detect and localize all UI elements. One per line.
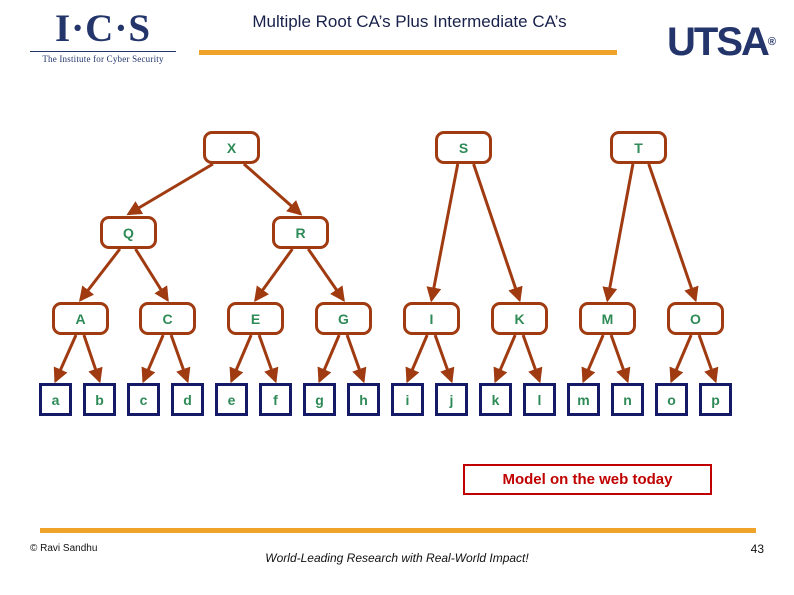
- edge-i-to-j: [433, 334, 455, 384]
- edge-s-to-k: [472, 163, 523, 303]
- edge-r-to-g: [307, 248, 345, 302]
- edge-c-to-c: [141, 334, 165, 384]
- edge-o-to-o: [669, 334, 693, 384]
- footer-tagline: World-Leading Research with Real-World I…: [265, 551, 529, 565]
- footer-divider-bar: [40, 528, 756, 533]
- leaf-node-a: a: [39, 383, 72, 416]
- edge-e-to-e: [229, 334, 253, 384]
- leaf-node-h: h: [347, 383, 380, 416]
- leaf-node-l: l: [523, 383, 556, 416]
- footer-page-number: 43: [750, 542, 764, 556]
- edge-x-to-q: [126, 162, 214, 216]
- subordinate-ca-node-c: C: [139, 302, 196, 335]
- subordinate-ca-node-o: O: [667, 302, 724, 335]
- edge-k-to-l: [521, 334, 543, 384]
- leaf-node-d: d: [171, 383, 204, 416]
- edge-g-to-g: [317, 334, 341, 384]
- leaf-node-m: m: [567, 383, 600, 416]
- edge-layer: [53, 162, 719, 384]
- leaf-node-i: i: [391, 383, 424, 416]
- root-ca-node-t: T: [610, 131, 667, 164]
- intermediate-ca-node-r: R: [272, 216, 329, 249]
- leaf-node-c: c: [127, 383, 160, 416]
- leaf-node-j: j: [435, 383, 468, 416]
- edge-t-to-m: [602, 163, 635, 303]
- leaf-node-e: e: [215, 383, 248, 416]
- subordinate-ca-node-i: I: [403, 302, 460, 335]
- edge-s-to-i: [426, 163, 460, 303]
- leaf-node-f: f: [259, 383, 292, 416]
- edge-x-to-r: [242, 162, 303, 216]
- leaf-node-k: k: [479, 383, 512, 416]
- subordinate-ca-node-e: E: [227, 302, 284, 335]
- subordinate-ca-node-k: K: [491, 302, 548, 335]
- leaf-node-g: g: [303, 383, 336, 416]
- edge-m-to-n: [609, 334, 631, 384]
- edge-q-to-c: [134, 248, 169, 303]
- ca-hierarchy-diagram: X S T Q R ACEGIKMOabcdefghijklmnop: [0, 0, 794, 595]
- subordinate-ca-node-g: G: [315, 302, 372, 335]
- leaf-node-n: n: [611, 383, 644, 416]
- edge-g-to-h: [345, 334, 367, 384]
- edge-a-to-a: [53, 334, 78, 384]
- edge-e-to-f: [257, 334, 279, 384]
- leaf-node-o: o: [655, 383, 688, 416]
- edge-r-to-e: [254, 248, 294, 302]
- slide-canvas: I·C·S The Institute for Cyber Security M…: [0, 0, 794, 595]
- leaf-node-p: p: [699, 383, 732, 416]
- edge-t-to-o: [647, 163, 699, 303]
- edge-c-to-d: [169, 334, 191, 384]
- edge-o-to-p: [697, 334, 719, 384]
- edge-q-to-a: [79, 248, 122, 302]
- subordinate-ca-node-m: M: [579, 302, 636, 335]
- subordinate-ca-node-a: A: [52, 302, 109, 335]
- leaf-node-b: b: [83, 383, 116, 416]
- callout-model-on-web: Model on the web today: [463, 464, 712, 495]
- edge-a-to-b: [82, 334, 103, 384]
- edge-i-to-i: [405, 334, 429, 384]
- root-ca-node-x: X: [203, 131, 260, 164]
- intermediate-ca-node-q: Q: [100, 216, 157, 249]
- root-ca-node-s: S: [435, 131, 492, 164]
- edge-m-to-m: [581, 334, 605, 384]
- edge-k-to-k: [493, 334, 517, 384]
